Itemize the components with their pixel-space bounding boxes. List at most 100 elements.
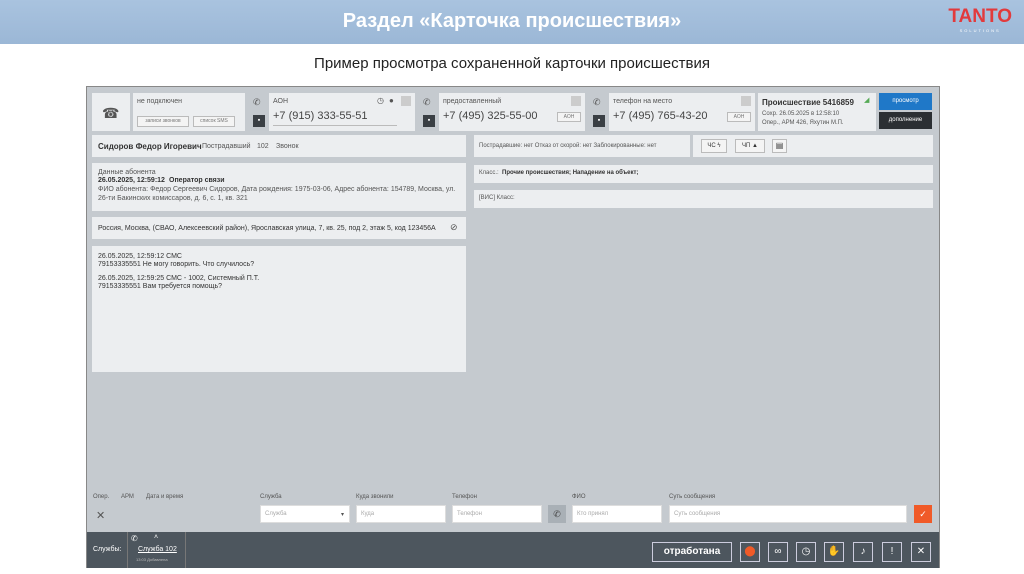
- chevron-up-icon[interactable]: ˄: [154, 534, 158, 541]
- service-select[interactable]: Служба ▾: [260, 505, 350, 523]
- messages-panel: 26.05.2025, 12:59:12 СМС 79153335551 Не …: [92, 246, 466, 372]
- alert-message-icon: !: [890, 546, 894, 557]
- fio-label: ФИО: [572, 494, 586, 500]
- aon-label: АОН: [273, 98, 289, 105]
- map-off-icon[interactable]: ⊘: [450, 222, 458, 233]
- incident-saved: Сохр. 26.05.2025 в 12:58:10: [762, 111, 840, 117]
- chs-button[interactable]: ЧС ϟ: [701, 139, 727, 153]
- logo-text: TANTO: [948, 6, 1012, 27]
- bell-icon: ♪: [860, 546, 866, 557]
- chat-icon[interactable]: ▪: [423, 115, 435, 127]
- print-button[interactable]: ▤: [772, 139, 787, 153]
- copy-icon[interactable]: [401, 96, 411, 106]
- badges-panel: ЧС ϟ ЧП ▲ ▤: [693, 135, 933, 157]
- link-button[interactable]: ∞: [768, 542, 788, 562]
- class-panel: Класс.: Прочие происшествия; Нападение н…: [474, 165, 933, 183]
- history-icon[interactable]: ◷: [377, 96, 384, 105]
- vis-class-label: [ВИС] Класс:: [479, 195, 515, 201]
- provided-label: предоставленный: [443, 98, 502, 105]
- incident-title: Происшествие 5416859: [762, 98, 854, 107]
- phone-input[interactable]: Телефон: [452, 505, 542, 523]
- done-button[interactable]: отработана: [652, 542, 732, 562]
- report-button[interactable]: !: [882, 542, 902, 562]
- hand-icon: ✋: [827, 546, 841, 557]
- service-label: Служба: [260, 494, 282, 500]
- person-role: Пострадавший: [202, 143, 251, 150]
- vis-class-panel: [ВИС] Класс:: [474, 190, 933, 208]
- service-tab-label: Служба 102: [138, 546, 177, 553]
- chat-icon[interactable]: ▪: [253, 115, 265, 127]
- person-type: Звонок: [276, 143, 299, 150]
- warning-icon: ▲: [752, 143, 758, 149]
- call-status: не подключен: [137, 98, 183, 105]
- flags-panel: Пострадавшие: нет Отказ от скорой: нет З…: [474, 135, 690, 157]
- chp-label: ЧП: [742, 143, 751, 149]
- map-pin-icon: ⬤: [744, 546, 756, 557]
- oper-label: Опер.: [93, 494, 110, 500]
- onsite-label: телефон на место: [613, 98, 673, 105]
- msg-label: Суть сообщения: [669, 494, 716, 500]
- hangup-button[interactable]: ☎: [92, 93, 130, 131]
- arm-label: АРМ: [121, 494, 134, 500]
- view-button[interactable]: просмотр: [879, 93, 932, 110]
- chp-button[interactable]: ЧП ▲: [735, 139, 765, 153]
- alarm-button[interactable]: ♪: [853, 542, 873, 562]
- phone-label: Телефон: [452, 494, 477, 500]
- bottom-toolbar: Службы: ✆ ˄ Служба 102 13:03 Добавлена о…: [87, 532, 939, 568]
- phone-icon[interactable]: ✆: [593, 97, 601, 108]
- subscriber-panel: Данные абонента 26.05.2025, 12:59:12 Опе…: [92, 163, 466, 211]
- provided-phone-panel: предоставленный +7 (495) 325-55-00 АОН: [439, 93, 585, 131]
- timer-button[interactable]: ◷: [796, 542, 816, 562]
- confirm-check-icon[interactable]: ✓: [914, 505, 932, 523]
- chs-label: ЧС: [707, 143, 716, 149]
- printer-icon: ▤: [775, 141, 784, 150]
- message-head: 26.05.2025, 12:59:12 СМС: [98, 253, 182, 260]
- location-button[interactable]: ⬤: [740, 542, 760, 562]
- person-number: 102: [257, 143, 269, 150]
- copy-icon[interactable]: [741, 96, 751, 106]
- call-records-button[interactable]: записи звонков: [137, 116, 189, 127]
- service-placeholder: Служба: [265, 511, 287, 517]
- location-pin-icon[interactable]: ●: [389, 96, 394, 105]
- onsite-number: +7 (495) 765-43-20: [613, 110, 708, 122]
- chat-icon[interactable]: ▪: [593, 115, 605, 127]
- message-head: 26.05.2025, 12:59:25 СМС - 1002, Системн…: [98, 275, 260, 282]
- aon-button[interactable]: АОН: [727, 112, 751, 122]
- copy-icon[interactable]: [571, 96, 581, 106]
- subscriber-info: ФИО абонента: Федор Сергеевич Сидоров, Д…: [98, 186, 456, 202]
- where-input[interactable]: Куда: [356, 505, 446, 523]
- phone-transfer-icon: ✆: [131, 534, 138, 543]
- message-input[interactable]: Суть сообщения: [669, 505, 907, 523]
- addition-button[interactable]: дополнение: [879, 112, 932, 129]
- link-add-icon: ∞: [774, 546, 782, 557]
- phone-icon[interactable]: ✆: [253, 97, 261, 108]
- chevron-down-icon: ▾: [340, 512, 344, 518]
- aon-panel: АОН +7 (915) 333-55-51 ◷ ●: [269, 93, 415, 131]
- signal-icon: ◢: [864, 97, 870, 104]
- stop-button[interactable]: ✋: [824, 542, 844, 562]
- message-text: 79153335551 Вам требуется помощь?: [98, 283, 222, 290]
- clear-icon[interactable]: ✕: [96, 509, 105, 522]
- fio-input[interactable]: Кто принял: [572, 505, 662, 523]
- incident-info-panel: Происшествие 5416859 Сохр. 26.05.2025 в …: [758, 93, 876, 131]
- close-button[interactable]: ✕: [911, 542, 931, 562]
- sms-list-button[interactable]: список SMS: [193, 116, 235, 127]
- phone-icon[interactable]: ✆: [548, 505, 566, 523]
- address-text: Россия, Москва, (СВАО, Алексеевский райо…: [98, 225, 436, 232]
- aon-button[interactable]: АОН: [557, 112, 581, 122]
- phone-icon[interactable]: ✆: [423, 97, 431, 108]
- close-icon: ✕: [916, 546, 926, 557]
- onsite-phone-panel: телефон на место +7 (495) 765-43-20 АОН: [609, 93, 755, 131]
- class-value: Прочие происшествия; Нападение на объект…: [502, 170, 639, 176]
- phone-hangup-icon: ☎: [102, 105, 120, 121]
- logo-sub: SOLUTIONS: [959, 28, 1001, 33]
- service-tab[interactable]: ✆ ˄ Служба 102 13:03 Добавлена: [127, 532, 186, 568]
- aon-number: +7 (915) 333-55-51: [273, 110, 368, 122]
- address-panel: Россия, Москва, (СВАО, Алексеевский райо…: [92, 217, 466, 239]
- slide-title: Раздел «Карточка происшествия»: [342, 10, 682, 32]
- person-name: Сидоров Федор Игоревич: [98, 142, 202, 151]
- incident-card-app: ☎ не подключен записи звонков список SMS…: [86, 86, 940, 568]
- slide-header: Раздел «Карточка происшествия» TANTO SOLU…: [0, 0, 1024, 44]
- subscriber-source: Оператор связи: [169, 177, 225, 184]
- call-status-panel: не подключен записи звонков список SMS: [133, 93, 245, 131]
